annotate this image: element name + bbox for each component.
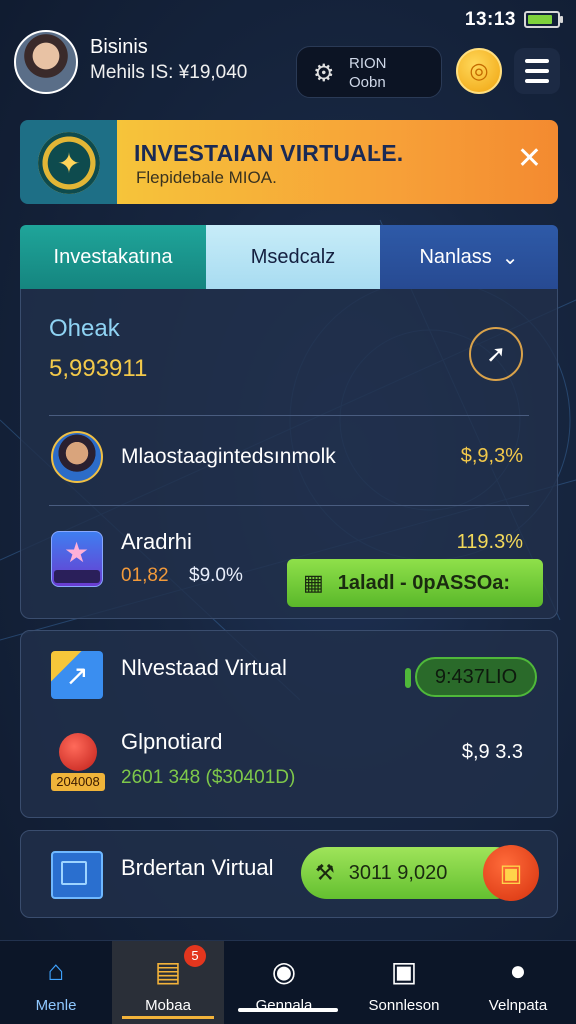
row1-pct: $,9,3% [460,445,523,467]
nav-mobaa-label: Mobaa [145,997,191,1014]
banner-subtitle: Flepidebale MIOA. [136,168,277,187]
nav-sonnleson[interactable]: ▣ Sonnleson [348,941,460,1024]
card2-title: Nlvestaad Virtual [121,655,287,680]
contact-card-icon: ▣ [390,956,418,987]
divider [49,505,529,506]
rion-widget[interactable]: ⚙ RION Oobn [296,46,442,98]
card3-button-label: 3011 9,020 [348,861,448,884]
app-star-icon: ★ [51,531,103,587]
tab-msedcalz[interactable]: Msedcalz [206,225,380,289]
home-icon: ⌂ [47,955,65,986]
badge-icon: ✦ [38,132,100,194]
notification-badge: 5 [184,945,206,967]
card2-name: Glpnotiard [121,729,223,754]
gauge-icon[interactable]: ➚ [469,327,523,381]
card2-amount: $,9 3.3 [461,741,523,763]
nav-home-label: Menle [35,997,77,1014]
coin-icon[interactable]: ◎ [456,48,502,94]
user-balance: Mehils IS: ¥19,040 [90,62,248,83]
card3-title: Brdertan Virtual [121,855,274,880]
promo-banner[interactable]: ✦ INVESTAIAN VIRTUAĿE. Flepidebale MIOA.… [20,120,558,204]
row2-meta-a: 01,82 [121,565,169,586]
nav-mobaa[interactable]: ▤ Mobaa 5 [112,941,224,1024]
nav-sonnleson-label: Sonnleson [368,997,440,1014]
apple-icon: 204008 [51,731,105,791]
nav-velnpata-label: Velnpata [488,997,548,1014]
rion-sub: Oobn [349,74,386,91]
active-indicator [122,1016,214,1019]
app-header: Bisinis Mehils IS: ¥19,040 ⚙ RION Oobn ◎ [0,26,576,106]
virtual-card: Brdertan Virtual ⚒ 3011 9,020 ▣ [20,830,558,918]
gift-icon[interactable]: ▣ [483,845,539,901]
card2-sub: 2601 348 ($30401D) [121,767,296,788]
divider [49,415,529,416]
gear-figure-icon: ⚙ [313,60,335,87]
main-label: Oheak [49,315,120,342]
tab-investakatina[interactable]: Investakatına [20,225,206,289]
user-name: Bisinis [90,36,148,58]
tab-nanlass-label: Nanlass [419,245,492,268]
tab-bar: Investakatına Msedcalz Nanlass ⌄ [20,225,558,289]
chevron-down-icon: ⌄ [501,246,519,269]
nav-home[interactable]: ⌂ Menle [0,941,112,1024]
row2-meta-b: $9.0% [189,565,243,586]
apple-icon-label: 204008 [51,773,105,791]
row-avatar [51,431,103,483]
value-pill[interactable]: 9:437LIO [405,657,537,697]
investment-card: ↗ Nlvestaad Virtual 9:437LIO 204008 Glpn… [20,630,558,818]
screen-icon [51,851,103,899]
main-card: Oheak 5,993911 ➚ Mlaostaagintedsınmolk $… [20,289,558,619]
main-value: 5,993911 [49,355,148,382]
banner-title: INVESTAIAN VIRTUAĿE. [134,140,404,166]
nav-velnpata[interactable]: ● Velnpata [462,941,574,1024]
grid-icon: ▦ [303,570,324,595]
row2-name: Aradrhi [121,529,192,554]
tools-icon: ⚒ [315,860,335,885]
tab-nanlass[interactable]: Nanlass ⌄ [380,225,558,289]
close-icon[interactable]: ✕ [517,144,542,174]
row1-name: Mlaostaagintedsınmolk [121,445,336,468]
row2-pct: 119.3% [456,531,523,553]
trend-chart-icon: ↗ [51,651,103,699]
wallet-icon: ▤ [154,956,182,987]
menu-icon[interactable] [514,48,560,94]
avatar[interactable] [14,30,78,94]
profile-circle-icon: ◉ [271,956,297,987]
rion-title: RION [349,55,387,72]
action-button-label: 1aladl - 0pASSOa: [337,571,511,594]
action-button[interactable]: ▦ 1aladl - 0pASSOa: [287,559,543,607]
user-icon: ● [509,955,527,986]
home-indicator[interactable] [238,1008,338,1012]
